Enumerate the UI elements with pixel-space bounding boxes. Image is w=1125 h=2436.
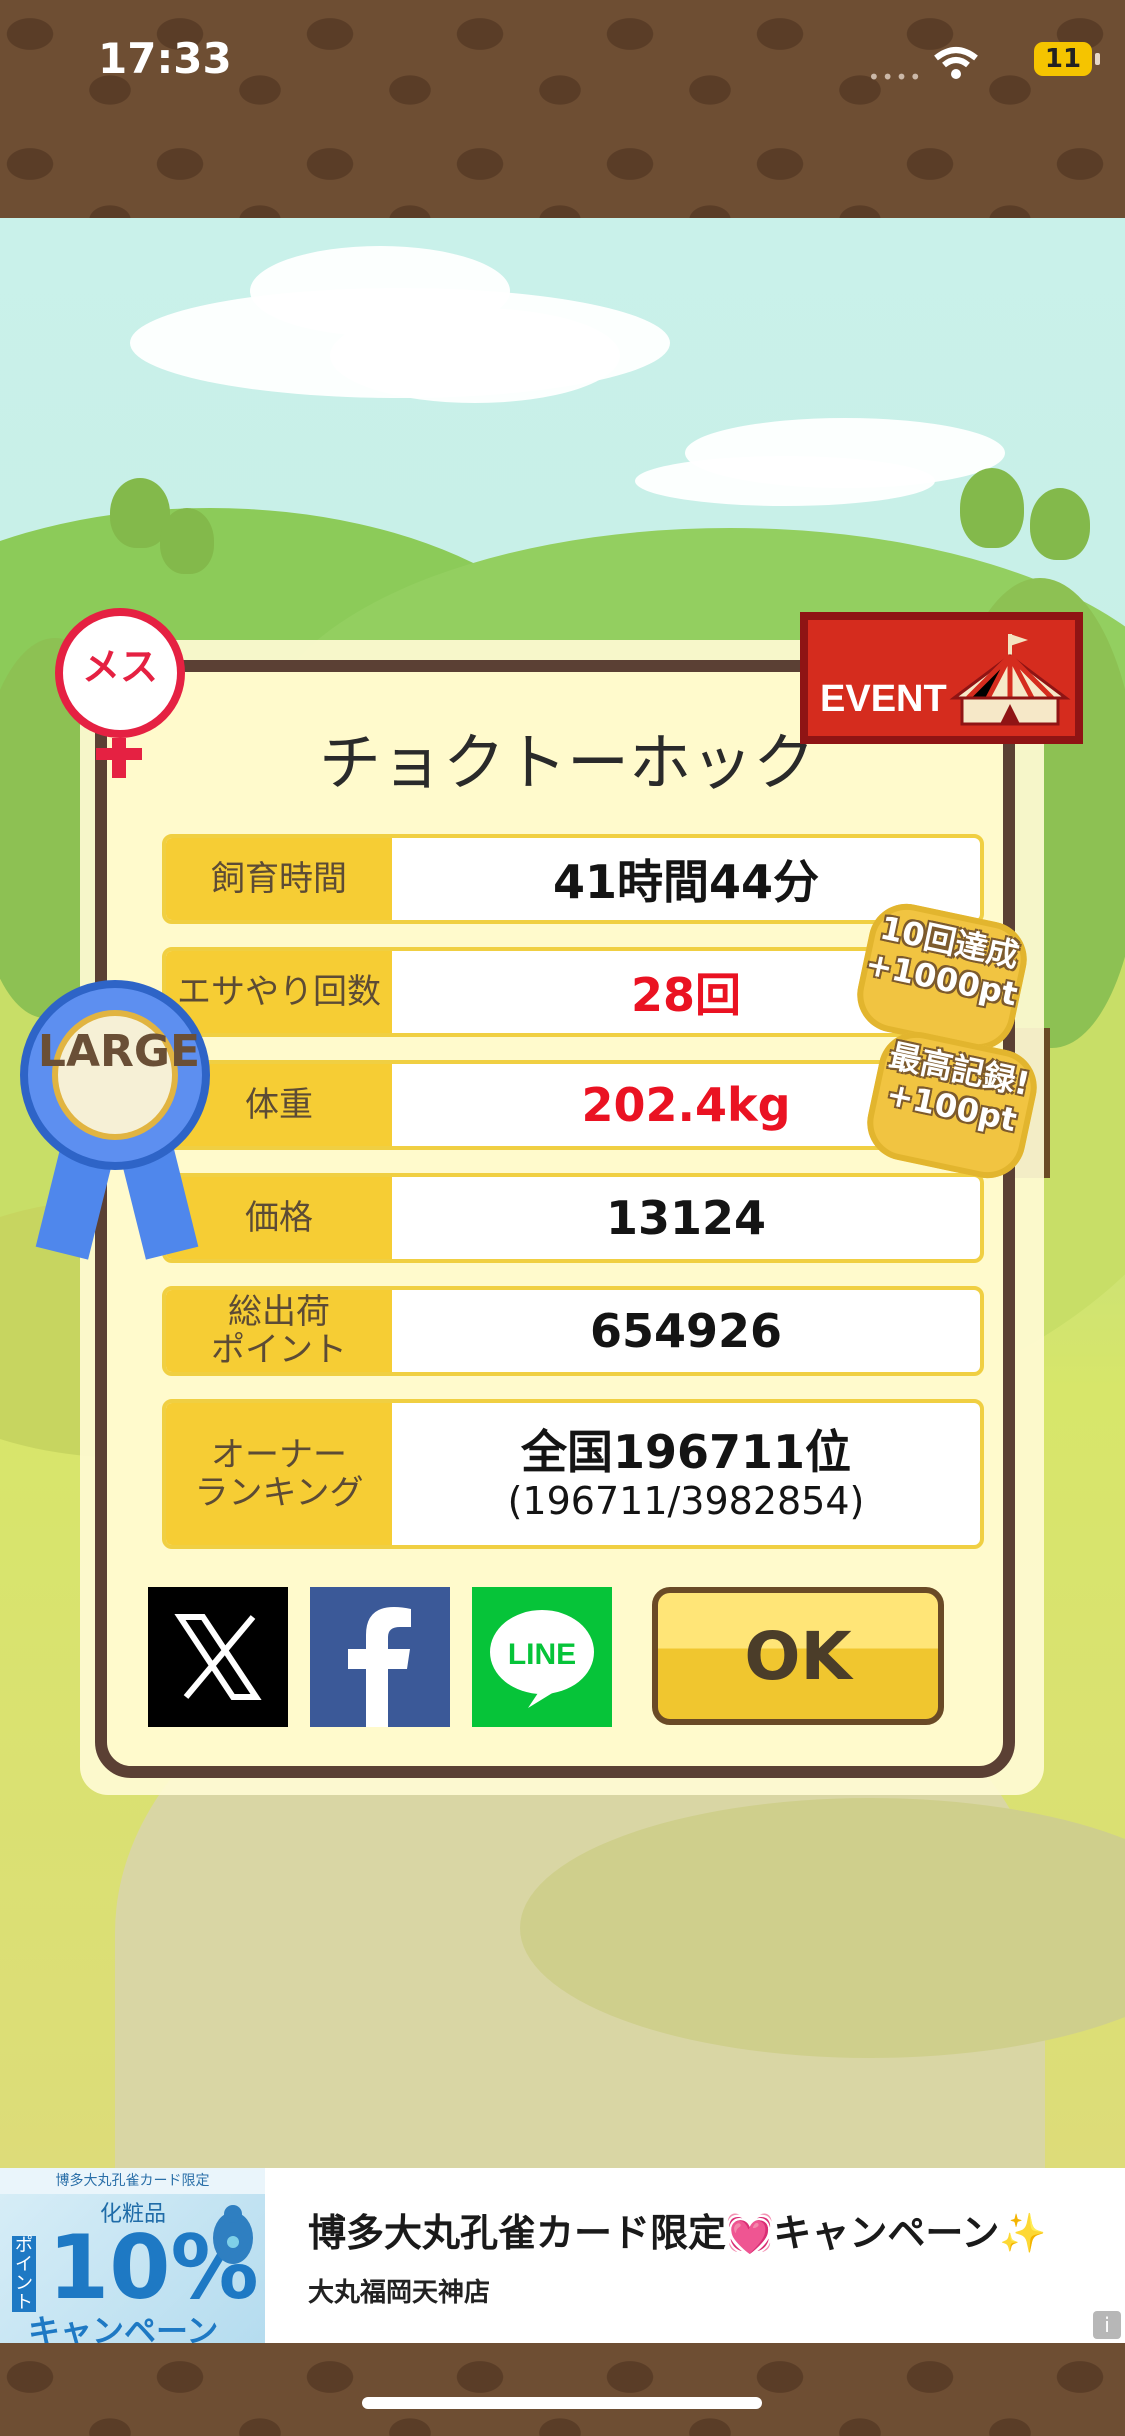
stat-value: 654926 (589, 1304, 783, 1358)
battery-icon: 11 (1034, 42, 1100, 76)
circus-tent-icon (949, 634, 1071, 726)
line-logo-text: LINE (508, 1638, 576, 1671)
line-logo-icon: LINE (490, 1610, 594, 1708)
stat-label: 飼育時間 (166, 838, 392, 920)
result-card: チョクトーホック 飼育時間 41時間44分 エサやり回数 28回 体重 202.… (95, 660, 1015, 1778)
ad-image-point-text: ポイント (12, 2236, 36, 2312)
share-line-button[interactable]: LINE (472, 1587, 612, 1727)
ok-button-label: OK (744, 1617, 852, 1695)
stat-row-weight: 体重 202.4kg (162, 1060, 984, 1150)
event-label: EVENT (820, 678, 947, 720)
stat-label: 総出荷 ポイント (166, 1290, 392, 1372)
stat-row-owner-ranking: オーナー ランキング 全国196711位 (196711/3982854) (162, 1399, 984, 1549)
wifi-icon (934, 47, 978, 79)
stat-label: エサやり回数 (166, 951, 392, 1033)
ad-image[interactable]: 博多大丸孔雀カード限定 化粧品 ポイント 10% キャンペーン (0, 2168, 265, 2343)
bottom-pattern-bar (0, 2343, 1125, 2436)
stat-row-total-shipping-points: 総出荷 ポイント 654926 (162, 1286, 984, 1376)
female-symbol-cross (96, 748, 142, 760)
gender-label: メス (81, 645, 158, 689)
ad-image-top-text: 博多大丸孔雀カード限定 (0, 2168, 265, 2194)
stat-value: 13124 (605, 1191, 767, 1245)
peacock-icon (213, 2205, 253, 2264)
ok-button[interactable]: OK (652, 1587, 944, 1725)
status-bar: 17:33 •••• 11 (0, 0, 1125, 218)
stat-row-raising-time: 飼育時間 41時間44分 (162, 834, 984, 924)
ranking-detail: (196711/3982854) (507, 1479, 865, 1523)
ad-image-campaign-text: キャンペーン (28, 2312, 219, 2343)
ad-info-icon[interactable]: i (1093, 2311, 1121, 2339)
ad-banner[interactable]: 博多大丸孔雀カード限定 化粧品 ポイント 10% キャンペーン 博多大丸孔雀カー… (0, 2168, 1125, 2343)
facebook-logo-icon (348, 1607, 411, 1727)
size-label: LARGE (37, 1026, 201, 1077)
stat-label: 価格 (166, 1177, 392, 1259)
share-facebook-button[interactable] (310, 1587, 450, 1727)
stat-label: オーナー ランキング (166, 1403, 392, 1545)
x-logo-icon (174, 1614, 262, 1700)
status-time: 17:33 (98, 34, 232, 83)
event-badge: EVENT (800, 612, 1083, 744)
signal-icon: •••• (868, 65, 924, 89)
home-indicator[interactable] (362, 2397, 762, 2409)
female-badge-icon: メス (55, 608, 185, 738)
ranking-value: 全国196711位 (196711/3982854) (392, 1403, 980, 1545)
ranking-rank: 全国196711位 (520, 1425, 852, 1479)
share-x-button[interactable] (148, 1587, 288, 1727)
ad-advertiser: 大丸福岡天神店 (308, 2278, 491, 2308)
stat-row-price: 価格 13124 (162, 1173, 984, 1263)
ad-title[interactable]: 博多大丸孔雀カード限定💓キャンペーン✨ (308, 2202, 1047, 2257)
large-size-rosette-icon: LARGE (20, 980, 210, 1170)
